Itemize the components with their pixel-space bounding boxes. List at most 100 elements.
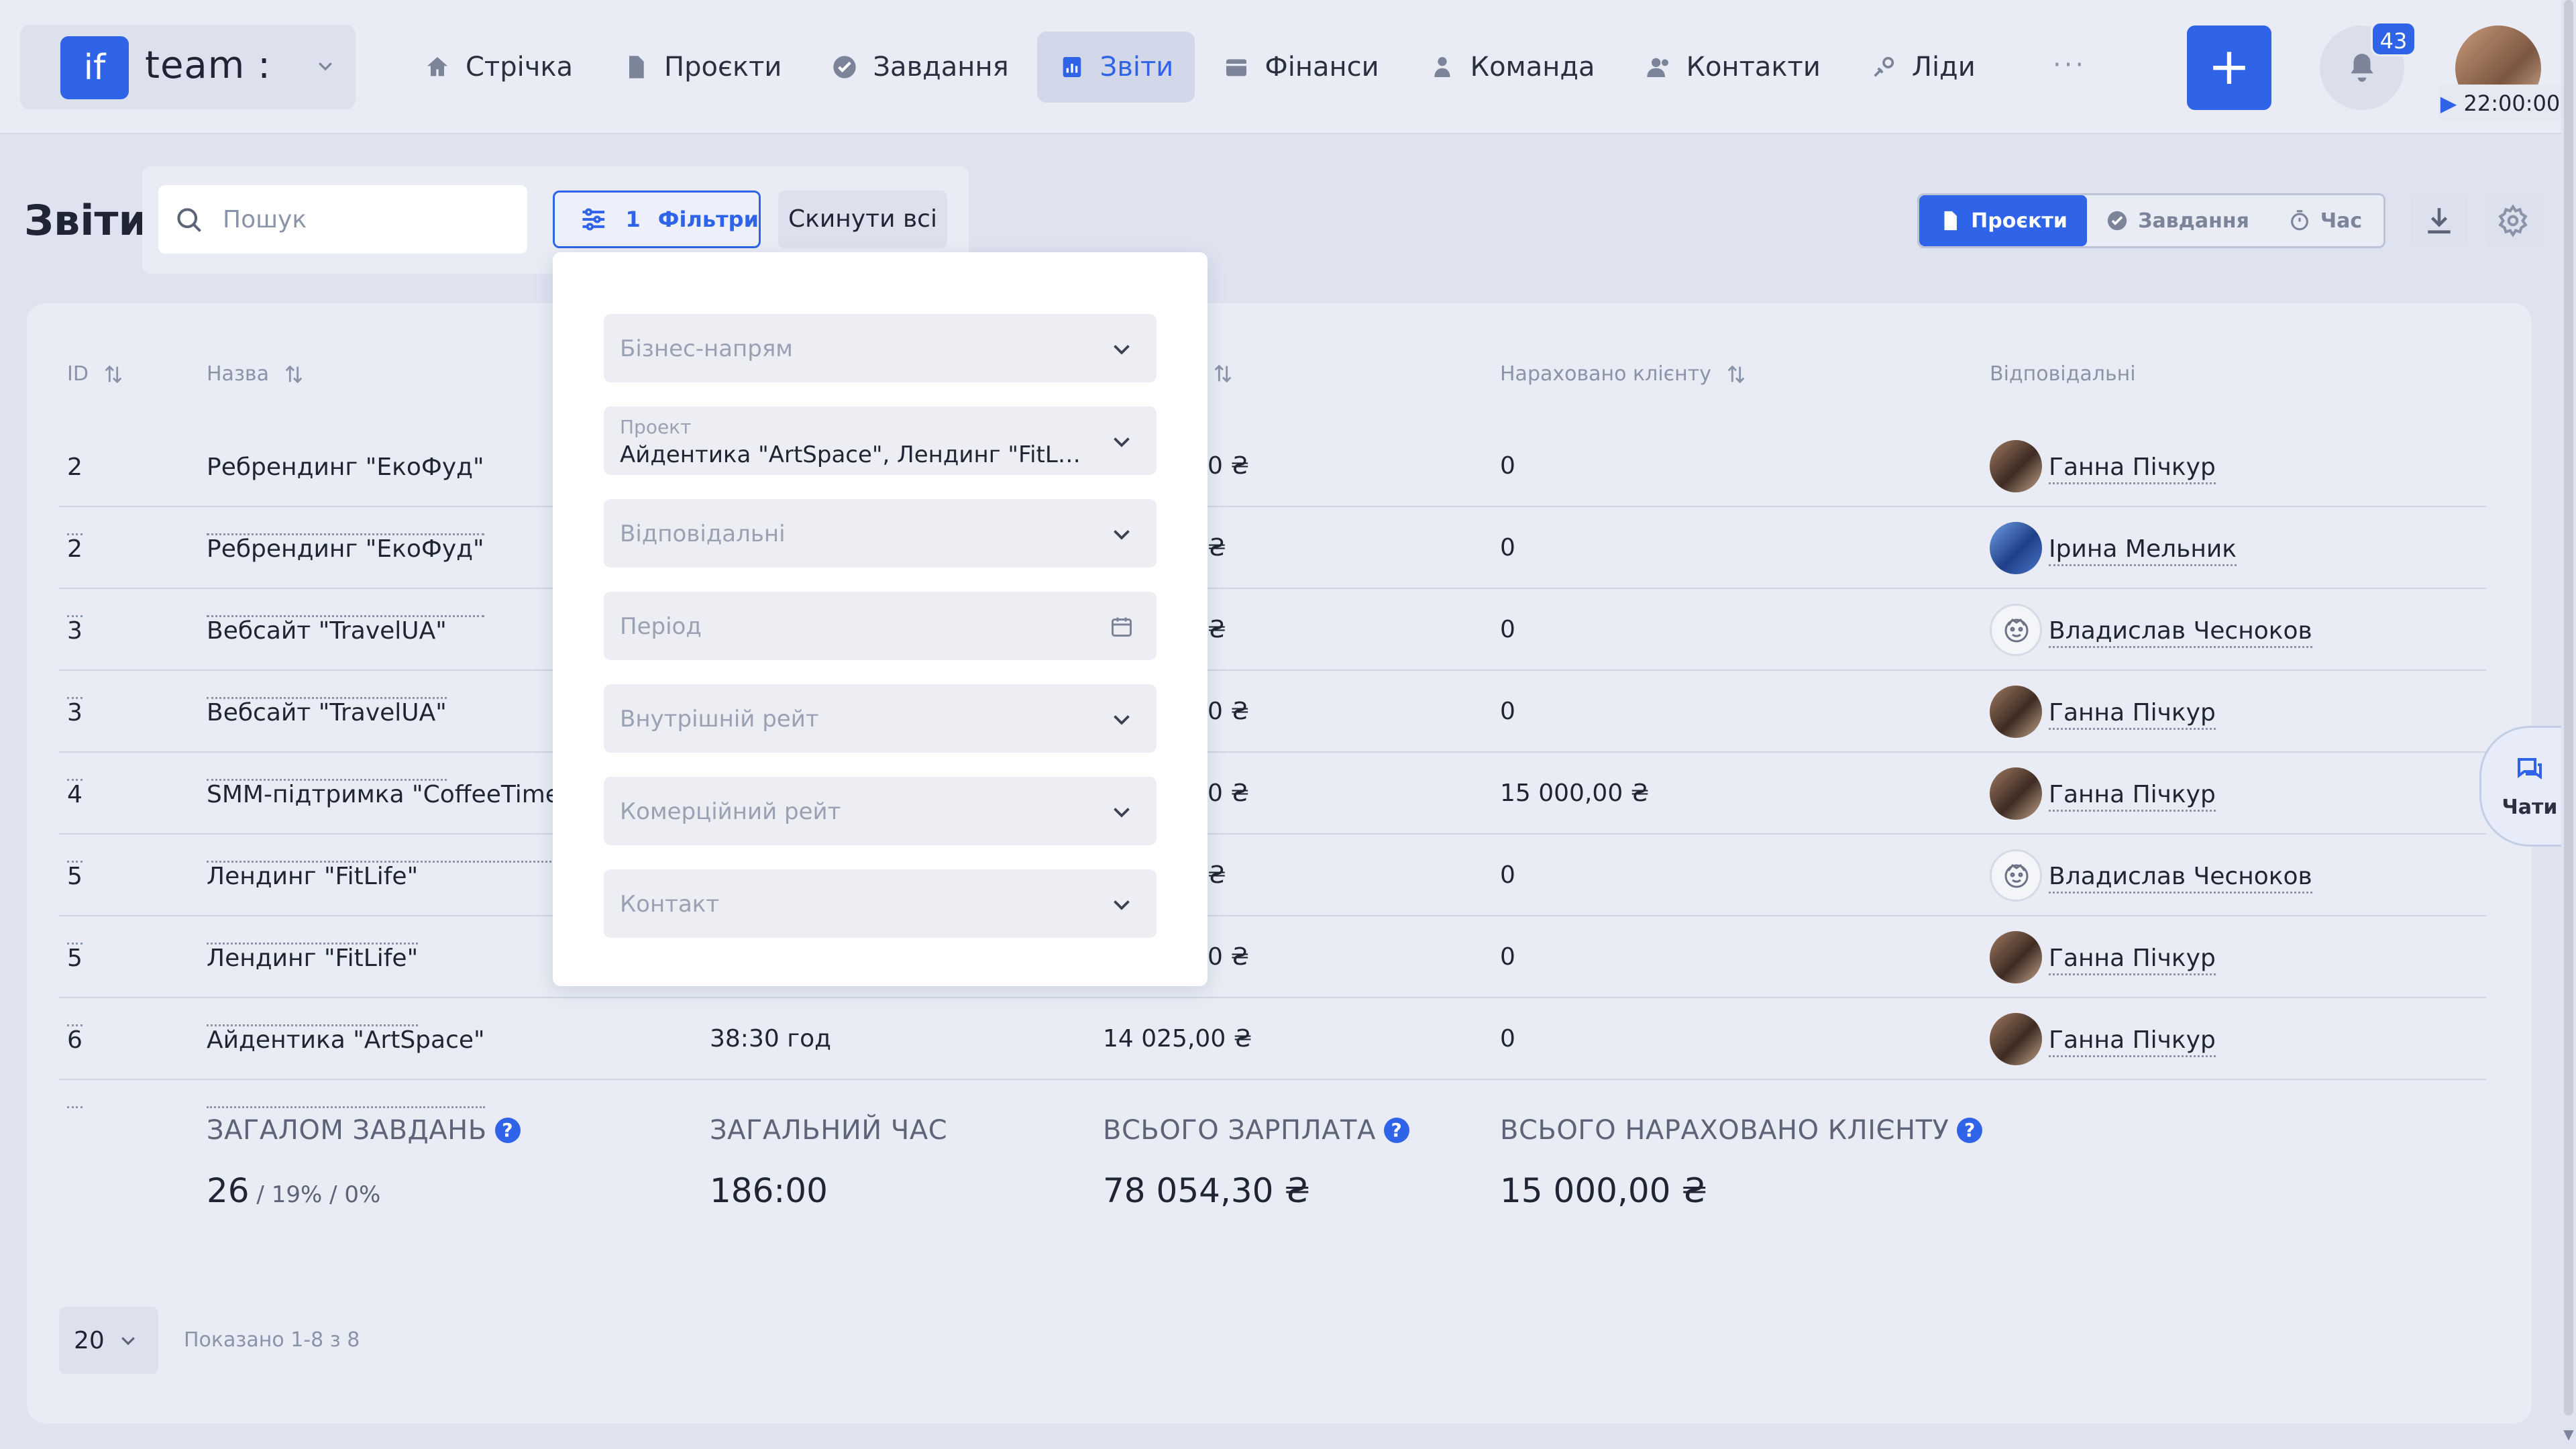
total-tasks-percent: / 19% / 0% [249, 1181, 381, 1208]
total-tasks-label: ЗАГАЛОМ ЗАВДАНЬ ? [207, 1115, 521, 1146]
chevron-down-icon [1114, 808, 1130, 818]
nav-item-finance[interactable]: Фінанси [1201, 32, 1400, 103]
row-responsible-link[interactable]: Ганна Пічкур [2049, 699, 2216, 730]
filter-value: Айдентика "ArtSpace", Лендинг "FitLife" [620, 441, 1083, 468]
filter-placeholder: Комерційний рейт [620, 798, 841, 825]
row-responsible-link[interactable]: Ганна Пічкур [2049, 1026, 2216, 1057]
row-time: 38:30 год [710, 1025, 832, 1053]
table-row[interactable]: 5 Лендинг "FitLife" ₴ 0 Владислав Чесноков [59, 835, 2486, 945]
chevron-down-icon [319, 62, 332, 71]
nav-item-feed[interactable]: Стрічка [402, 32, 594, 103]
home-icon [427, 57, 447, 76]
row-salary-partial: 0 ₴ [1208, 943, 1250, 971]
filters-label: Фільтри [657, 207, 759, 232]
filter-contact-select[interactable]: Контакт [604, 869, 1157, 938]
filters-button[interactable]: 1 Фільтри [553, 191, 761, 248]
chevron-down-icon [121, 1337, 135, 1346]
nav-label: Ліди [1911, 52, 1976, 83]
row-responsible-link[interactable]: Ірина Мельник [2049, 535, 2237, 566]
total-billed-label: ВСЬОГО НАРАХОВАНО КЛІЄНТУ ? [1500, 1115, 1983, 1146]
table-row[interactable]: 6 Айдентика "ArtSpace" 38:30 год 14 025,00 … [59, 998, 2486, 1108]
help-icon[interactable]: ? [1383, 1118, 1409, 1143]
download-icon [2428, 208, 2451, 233]
row-responsible-link[interactable]: Ганна Пічкур [2049, 945, 2216, 975]
leads-icon [1874, 56, 1894, 77]
gear-icon [2498, 204, 2528, 237]
check-circle-icon [2107, 211, 2127, 231]
row-project-link[interactable]: Айдентика "ArtSpace" [207, 1026, 485, 1108]
nav-label: Команда [1470, 52, 1595, 83]
person-icon [1434, 57, 1450, 77]
per-page-value: 20 [74, 1326, 105, 1354]
scrollbar-thumb[interactable] [2564, 0, 2573, 1415]
column-header-salary-sort[interactable] [1212, 362, 1234, 385]
filter-period-picker[interactable]: Період [604, 592, 1157, 660]
table-row[interactable]: 2 Ребрендинг "ЕкоФуд" 0 ₴ 0 Ганна Пічкур [59, 425, 2486, 535]
column-header-id[interactable]: ID [67, 362, 125, 386]
page-title: Звіти [24, 196, 148, 245]
per-page-select[interactable]: 20 [59, 1307, 158, 1374]
table-row[interactable]: 3 Вебсайт "TravelUA" ₴ 0 Владислав Чесноков [59, 589, 2486, 699]
settings-button[interactable] [2485, 193, 2541, 248]
nav-label: Фінанси [1265, 52, 1379, 83]
notification-count-badge: 43 [2371, 21, 2416, 56]
check-circle-icon [833, 56, 857, 78]
row-salary: 14 025,00 ₴ [1103, 1025, 1252, 1053]
view-time-tab[interactable]: Час [2268, 195, 2382, 246]
row-responsible-link[interactable]: Владислав Чесноков [2049, 617, 2312, 648]
table-row[interactable]: 2 Ребрендинг "ЕкоФуд" ₴ 0 Ірина Мельник [59, 507, 2486, 617]
total-time-label-text: ЗАГАЛЬНИЙ ЧАС [710, 1115, 948, 1146]
stopwatch-icon [2290, 210, 2308, 231]
tab-label: Завдання [2138, 209, 2249, 233]
workspace-name: team : [145, 44, 271, 87]
avatar [1990, 440, 2042, 492]
nav-item-contacts[interactable]: Контакти [1623, 32, 1842, 103]
sort-icon [1214, 364, 1232, 383]
search-input[interactable] [223, 185, 518, 254]
nav-item-tasks[interactable]: Завдання [810, 32, 1030, 103]
filter-business-select[interactable]: Бізнес-напрям [604, 314, 1157, 382]
table-row[interactable]: 5 Лендинг "FitLife" 0 ₴ 0 Ганна Пічкур [59, 916, 2486, 1026]
more-menu-button[interactable]: ··· [2053, 50, 2086, 80]
time-tracker[interactable]: ▶ 22:00:00 [2438, 85, 2563, 122]
tab-label: Проєкти [1971, 209, 2068, 233]
reset-filters-button[interactable]: Скинути всі [778, 191, 947, 248]
filter-internal-rate-select[interactable]: Внутрішній рейт [604, 684, 1157, 753]
column-header-billed[interactable]: Нараховано клієнту [1500, 362, 1748, 386]
nav-item-reports[interactable]: Звіти [1036, 32, 1195, 103]
column-header-name[interactable]: Назва [207, 362, 305, 386]
nav-item-projects[interactable]: Проєкти [601, 32, 803, 103]
total-tasks-value: 26 / 19% / 0% [207, 1171, 380, 1210]
row-responsible-link[interactable]: Владислав Чесноков [2049, 863, 2312, 894]
filter-placeholder: Період [620, 613, 702, 640]
help-icon[interactable]: ? [494, 1118, 521, 1143]
sliders-icon [582, 208, 605, 231]
row-id-link[interactable]: 6 [67, 1026, 83, 1108]
search-box[interactable] [158, 185, 527, 254]
download-button[interactable] [2411, 193, 2467, 248]
create-button[interactable]: + [2187, 25, 2271, 110]
chats-label: Чати [2502, 795, 2558, 819]
filter-label: Проект [620, 416, 692, 438]
table-row[interactable]: 4 SMM-підтримка "CoffeeTime" 0 ₴ 15 000,00 … [59, 753, 2486, 863]
nav-item-team[interactable]: Команда [1407, 32, 1617, 103]
filter-placeholder: Відповідальні [620, 521, 786, 547]
row-billed: 0 [1500, 1025, 1515, 1053]
nav-item-leads[interactable]: Ліди [1849, 32, 1997, 103]
filter-responsible-select[interactable]: Відповідальні [604, 499, 1157, 568]
workspace-switcher[interactable]: if team : [20, 25, 356, 109]
row-responsible-link[interactable]: Ганна Пічкур [2049, 453, 2216, 484]
help-icon[interactable]: ? [1957, 1118, 1983, 1143]
chevron-down-icon [1114, 530, 1130, 540]
row-responsible-link[interactable]: Ганна Пічкур [2049, 781, 2216, 812]
view-tasks-tab[interactable]: Завдання [2087, 195, 2268, 246]
filter-commercial-rate-select[interactable]: Комерційний рейт [604, 777, 1157, 845]
view-projects-tab[interactable]: Проєкти [1919, 195, 2087, 246]
user-sketch-icon [2004, 618, 2029, 643]
filter-project-select[interactable]: Проект Айдентика "ArtSpace", Лендинг "Fi… [604, 407, 1157, 475]
row-salary-partial: 0 ₴ [1208, 698, 1250, 725]
nav-label: Проєкти [664, 52, 782, 83]
table-row[interactable]: 3 Вебсайт "TravelUA" 0 ₴ 0 Ганна Пічкур [59, 671, 2486, 781]
scroll-down-arrow[interactable]: ▼ [2561, 1426, 2576, 1446]
sort-icon [105, 365, 122, 383]
